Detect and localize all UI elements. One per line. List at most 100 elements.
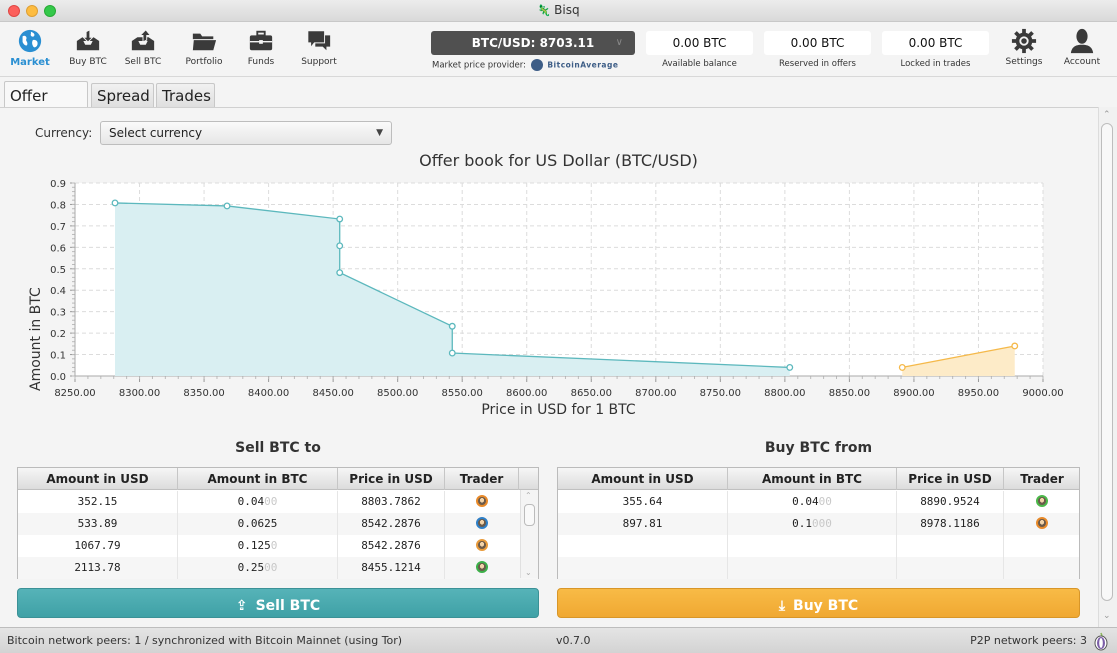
table-row[interactable]: 897.81 0.1000 8978.1186	[558, 513, 1079, 535]
market-price-dropdown[interactable]: BTC/USD: 8703.11 ∨	[431, 31, 635, 55]
nav-market[interactable]: Market	[10, 28, 50, 68]
window-title: 🦎 Bisq	[0, 3, 1117, 17]
amount-btc-value: 0.125	[237, 539, 271, 552]
trader-avatar-icon[interactable]	[476, 517, 488, 529]
column-header-amount-btc[interactable]: Amount in BTC	[728, 468, 897, 490]
buy-btc-button[interactable]: ⤓ Buy BTC	[557, 588, 1080, 618]
x-tick-label: 8800.00	[764, 388, 805, 399]
nav-support[interactable]: Support	[298, 28, 340, 67]
dropdown-arrow-icon: ▼	[376, 128, 383, 138]
sell-data-point	[336, 242, 344, 250]
amount-btc-padding: 000	[812, 517, 832, 530]
x-tick-label: 8650.00	[571, 388, 612, 399]
y-tick-label: 0.6	[50, 243, 66, 254]
provider-name[interactable]: BitcoinAverage	[547, 61, 618, 70]
x-axis-label: Price in USD for 1 BTC	[481, 402, 636, 418]
window-titlebar: 🦎 Bisq	[0, 0, 1117, 22]
empty-cell	[897, 557, 1004, 579]
table-row[interactable]: 355.64 0.0400 8890.9524	[558, 491, 1079, 513]
amount-btc-padding: 00	[818, 495, 832, 508]
column-header-amount-usd[interactable]: Amount in USD	[558, 468, 728, 490]
table-row[interactable]: 1067.79 0.1250 8542.2876	[18, 535, 538, 557]
nav-sell-btc-label: Sell BTC	[124, 57, 162, 67]
download-icon: ⤓	[778, 598, 786, 614]
offer-book-chart: 0.0 0.1 0.2 0.3 0.4 0.5 0.6 0.7 0.8 0.9 8250.00 830…	[50, 179, 1064, 399]
gear-icon	[1011, 28, 1037, 54]
column-header-amount-usd[interactable]: Amount in USD	[18, 468, 178, 490]
market-price-value: BTC/USD: 8703.11	[471, 36, 595, 50]
sell-data-point	[223, 202, 231, 210]
scroll-down-icon[interactable]: ⌄	[525, 568, 532, 577]
trader-cell	[1004, 491, 1080, 513]
nav-account-label: Account	[1063, 57, 1101, 67]
trader-avatar-icon[interactable]	[476, 539, 488, 551]
trader-avatar-icon[interactable]	[1036, 495, 1048, 507]
scroll-up-icon[interactable]: ⌃	[1103, 110, 1111, 120]
amount-usd-cell: 2113.78	[18, 557, 178, 579]
tab-trades[interactable]: Trades	[156, 83, 215, 108]
buy-offers-table: Amount in USD Amount in BTC Price in USD…	[557, 467, 1080, 579]
nav-settings[interactable]: Settings	[1002, 28, 1046, 67]
trader-cell	[445, 491, 519, 513]
nav-portfolio[interactable]: Portfolio	[182, 28, 226, 67]
nav-support-label: Support	[301, 57, 337, 67]
x-tick-label: 8250.00	[54, 388, 95, 399]
column-header-amount-btc[interactable]: Amount in BTC	[178, 468, 338, 490]
x-tick-label: 8950.00	[958, 388, 999, 399]
nav-settings-label: Settings	[1005, 57, 1043, 67]
y-tick-label: 0.5	[50, 265, 66, 276]
scroll-down-icon[interactable]: ⌄	[1103, 611, 1111, 621]
x-tick-label: 8850.00	[829, 388, 870, 399]
sell-btc-button[interactable]: ⇪ Sell BTC	[17, 588, 539, 618]
provider-label: Market price provider:	[432, 60, 526, 71]
bitcoinaverage-logo-icon	[530, 59, 543, 71]
trader-avatar-icon[interactable]	[1036, 517, 1048, 529]
nav-buy-btc[interactable]: Buy BTC	[66, 28, 110, 67]
sell-table-scrollbar[interactable]: ⌃ ⌄	[520, 490, 538, 578]
amount-btc-cell: 0.2500	[178, 557, 338, 579]
sell-data-point	[786, 363, 794, 371]
buy-data-point	[1011, 342, 1019, 350]
price-usd-cell: 8803.7862	[338, 491, 445, 513]
available-balance-box: 0.00 BTC	[646, 31, 753, 55]
nav-sell-btc[interactable]: Sell BTC	[123, 28, 163, 67]
sell-data-point	[336, 215, 344, 223]
scroll-up-icon[interactable]: ⌃	[525, 491, 532, 500]
nav-funds-label: Funds	[247, 57, 275, 67]
y-tick-label: 0.3	[50, 308, 66, 319]
table-row[interactable]: 352.15 0.0400 8803.7862	[18, 491, 538, 513]
amount-usd-cell: 352.15	[18, 491, 178, 513]
price-usd-cell: 8978.1186	[897, 513, 1004, 535]
nav-portfolio-label: Portfolio	[185, 57, 223, 67]
x-tick-label: 8350.00	[183, 388, 224, 399]
currency-select[interactable]: Select currency ▼	[100, 121, 392, 145]
price-usd-cell: 8542.2876	[338, 535, 445, 557]
column-header-price-usd[interactable]: Price in USD	[338, 468, 445, 490]
nav-funds[interactable]: Funds	[243, 28, 279, 67]
nav-account[interactable]: Account	[1061, 28, 1103, 67]
p2p-network-status: P2P network peers: 3	[970, 634, 1087, 647]
y-axis-label: Amount in BTC	[28, 287, 44, 391]
amount-usd-cell: 897.81	[558, 513, 728, 535]
column-header-trader[interactable]: Trader	[445, 468, 519, 490]
column-header-price-usd[interactable]: Price in USD	[897, 468, 1004, 490]
trader-avatar-icon[interactable]	[476, 561, 488, 573]
locked-balance-label: Locked in trades	[900, 59, 971, 69]
sell-table-header: Amount in USD Amount in BTC Price in USD…	[18, 468, 538, 490]
trader-cell	[445, 535, 519, 557]
amount-btc-cell: 0.0400	[178, 491, 338, 513]
amount-btc-value: 0.25	[237, 561, 265, 574]
column-header-trader[interactable]: Trader	[1004, 468, 1080, 490]
folder-icon	[192, 33, 217, 51]
empty-cell	[558, 557, 728, 579]
tab-offer-book[interactable]: Offer book	[4, 81, 88, 133]
table-row[interactable]: 533.89 0.0625 8542.2876	[18, 513, 538, 535]
tab-spread[interactable]: Spread	[91, 83, 154, 108]
tor-onion-icon	[1094, 632, 1108, 651]
window-title-text: Bisq	[554, 3, 580, 17]
table-row[interactable]: 2113.78 0.2500 8455.1214	[18, 557, 538, 579]
amount-btc-value: 0.1	[792, 517, 812, 530]
trader-avatar-icon[interactable]	[476, 495, 488, 507]
scrollbar-thumb[interactable]	[524, 504, 535, 526]
available-balance-label: Available balance	[662, 59, 737, 69]
